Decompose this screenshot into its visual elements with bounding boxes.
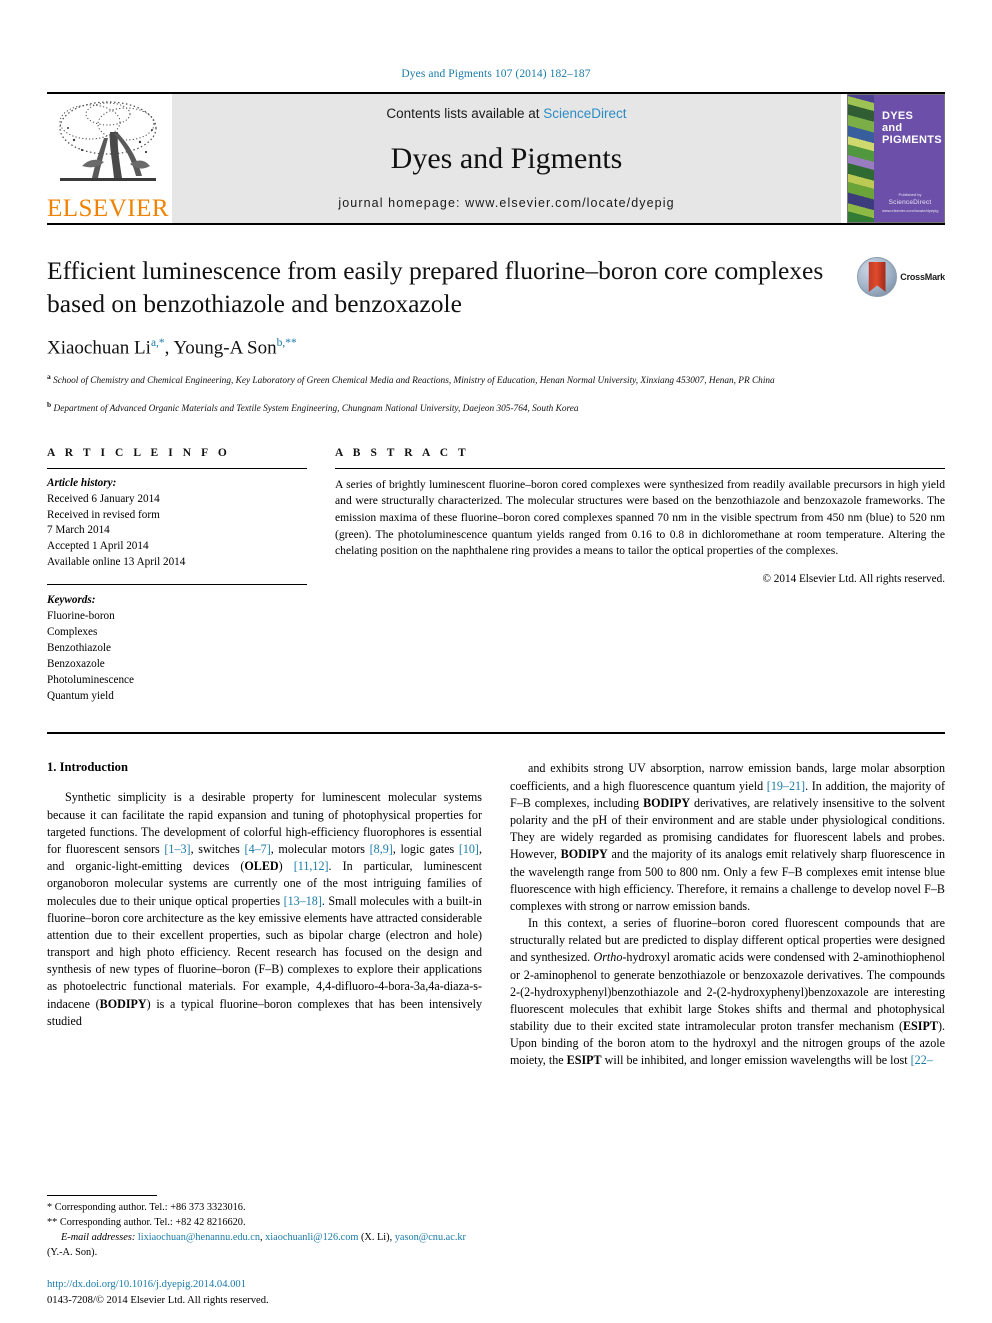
body-column-left: 1. Introduction Synthetic simplicity is …	[47, 760, 482, 1069]
history-item: Available online 13 April 2014	[47, 556, 186, 569]
keyword-item: Benzoxazole	[47, 657, 105, 670]
email-link-2[interactable]: xiaochuanli@126.com	[265, 1232, 358, 1243]
keywords-label: Keywords:	[47, 594, 96, 607]
author-list: Xiaochuan Lia,*, Young-A Sonb,**	[47, 337, 297, 359]
affiliation-a-text: School of Chemistry and Chemical Enginee…	[50, 375, 775, 386]
intro-paragraph-1: Synthetic simplicity is a desirable prop…	[47, 790, 483, 1028]
abstract-heading: A B S T R A C T	[335, 446, 470, 459]
keyword-item: Benzothiazole	[47, 641, 111, 654]
cover-publisher-mark: ScienceDirect	[888, 199, 932, 207]
article-history-block: Article history: Received 6 January 2014…	[47, 469, 307, 571]
doi-block: http://dx.doi.org/10.1016/j.dyepig.2014.…	[47, 1277, 477, 1309]
keyword-item: Photoluminescence	[47, 673, 134, 686]
journal-cover-thumbnail[interactable]: DYES and PIGMENTS Published by ScienceDi…	[847, 94, 945, 223]
abstract-column: A B S T R A C T A series of brightly lum…	[335, 447, 945, 705]
intro-paragraph-3: In this context, a series of fluorine–bo…	[510, 916, 945, 1068]
affiliation-b-text: Department of Advanced Organic Materials…	[51, 404, 579, 415]
keyword-item: Fluorine-boron	[47, 610, 115, 623]
doi-link[interactable]: http://dx.doi.org/10.1016/j.dyepig.2014.…	[47, 1277, 477, 1293]
abstract-bottom-rule	[47, 732, 945, 735]
journal-masthead: ELSEVIER Contents lists available at Sci…	[47, 92, 945, 223]
email-owner-1: (X. Li),	[360, 1232, 393, 1244]
email-link-1[interactable]: lixiaochuan@henannu.edu.cn	[138, 1232, 260, 1243]
title-block: Efficient luminescence from easily prepa…	[47, 255, 945, 417]
page-title: Efficient luminescence from easily prepa…	[47, 256, 824, 318]
footnote-corresponding-1: * Corresponding author. Tel.: +86 373 33…	[47, 1202, 246, 1214]
contents-prefix: Contents lists available at	[386, 106, 540, 121]
article-info-column: A R T I C L E I N F O Article history: R…	[47, 447, 335, 705]
history-item: Accepted 1 April 2014	[47, 540, 149, 553]
section-title-introduction: 1. Introduction	[47, 760, 128, 775]
body-columns: 1. Introduction Synthetic simplicity is …	[47, 760, 945, 1069]
email-addresses-label: E-mail addresses:	[61, 1232, 136, 1244]
history-item: Received 6 January 2014	[47, 492, 160, 505]
intro-paragraph-2: and exhibits strong UV absorption, narro…	[510, 761, 946, 913]
article-page: Dyes and Pigments 107 (2014) 182–187 ELS…	[0, 0, 992, 1323]
crossmark-badge[interactable]: CrossMark	[857, 257, 945, 297]
masthead-bottom-rule	[47, 223, 945, 225]
abstract-text: A series of brightly luminescent fluorin…	[335, 477, 945, 558]
crossmark-icon	[857, 257, 898, 297]
cover-title-line2: and	[882, 121, 903, 134]
affiliation-a: a School of Chemistry and Chemical Engin…	[47, 371, 775, 386]
sciencedirect-banner: Contents lists available at ScienceDirec…	[172, 94, 841, 223]
email-owner-2: (Y.-A. Son).	[47, 1247, 98, 1259]
cover-title: DYES and PIGMENTS	[882, 110, 942, 147]
footnote-emails: E-mail addresses: lixiaochuan@henannu.ed…	[47, 1231, 467, 1261]
journal-homepage-line[interactable]: journal homepage: www.elsevier.com/locat…	[338, 196, 674, 210]
abstract-copyright: © 2014 Elsevier Ltd. All rights reserved…	[762, 573, 946, 586]
footnote-block: * Corresponding author. Tel.: +86 373 33…	[47, 1195, 467, 1261]
history-item: Received in revised form	[47, 508, 160, 521]
keywords-block: Keywords: Fluorine-boron Complexes Benzo…	[47, 584, 307, 704]
elsevier-logo: ELSEVIER	[47, 94, 169, 223]
journal-title: Dyes and Pigments	[390, 141, 623, 175]
body-column-right: and exhibits strong UV absorption, narro…	[510, 760, 945, 1069]
crossmark-bookmark-shape	[868, 262, 886, 292]
elsevier-tree-icon	[52, 98, 164, 196]
issn-copyright-line: 0143-7208/© 2014 Elsevier Ltd. All right…	[47, 1295, 269, 1307]
elsevier-wordmark: ELSEVIER	[46, 195, 170, 222]
history-item: 7 March 2014	[47, 524, 110, 537]
cover-url-note: www.elsevier.com/locate/dyepig	[882, 208, 939, 213]
affiliation-b: b Department of Advanced Organic Materia…	[47, 400, 579, 415]
crossmark-label: CrossMark	[900, 272, 945, 282]
sciencedirect-link[interactable]: ScienceDirect	[543, 106, 626, 121]
footnote-corresponding-2: ** Corresponding author. Tel.: +82 42 82…	[47, 1217, 246, 1229]
info-abstract-region: A R T I C L E I N F O Article history: R…	[47, 447, 945, 705]
running-head: Dyes and Pigments 107 (2014) 182–187	[401, 68, 591, 80]
article-info-heading: A R T I C L E I N F O	[47, 446, 231, 459]
keyword-item: Complexes	[47, 625, 98, 638]
email-link-3[interactable]: yason@cnu.ac.kr	[395, 1232, 466, 1243]
keyword-item: Quantum yield	[47, 689, 114, 702]
article-history-label: Article history:	[47, 476, 117, 489]
cover-title-line3: PIGMENTS	[882, 133, 942, 146]
contents-available-line: Contents lists available at ScienceDirec…	[386, 106, 626, 121]
cover-footer: Published by ScienceDirect www.elsevier.…	[882, 192, 938, 214]
keywords-list: Keywords: Fluorine-boron Complexes Benzo…	[47, 593, 307, 704]
cover-art-strip	[848, 95, 874, 222]
footnote-rule	[47, 1195, 157, 1197]
